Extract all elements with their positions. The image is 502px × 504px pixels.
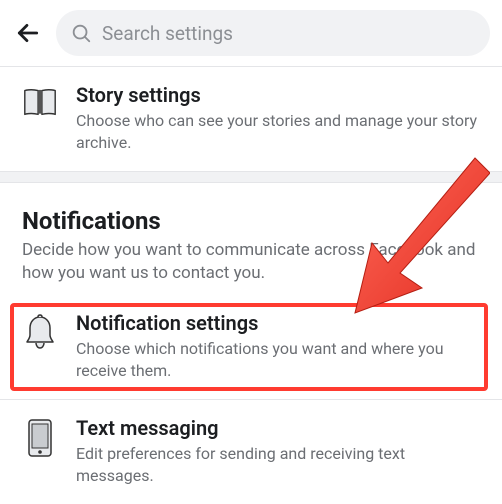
notif-desc: Choose which notifications you want and … xyxy=(76,338,478,381)
arrow-left-icon xyxy=(15,20,41,46)
textmsg-title: Text messaging xyxy=(76,416,478,441)
textmsg-text: Text messaging Edit preferences for send… xyxy=(76,416,478,486)
bell-icon xyxy=(23,313,57,351)
textmsg-desc: Edit preferences for sending and receivi… xyxy=(76,443,478,486)
header-bar: Search settings xyxy=(0,0,502,66)
section-title: Notifications xyxy=(22,207,478,235)
story-icon-wrap xyxy=(20,83,60,119)
settings-row-story[interactable]: Story settings Choose who can see your s… xyxy=(0,67,502,171)
story-text: Story settings Choose who can see your s… xyxy=(76,83,478,153)
section-gap xyxy=(0,171,502,183)
bell-icon-wrap xyxy=(20,311,60,351)
phone-icon xyxy=(27,418,53,458)
phone-icon-wrap xyxy=(20,416,60,458)
section-head-notifications: Notifications Decide how you want to com… xyxy=(0,183,502,293)
book-icon xyxy=(21,85,59,119)
settings-row-text-messaging[interactable]: Text messaging Edit preferences for send… xyxy=(0,400,502,504)
story-desc: Choose who can see your stories and mana… xyxy=(76,110,478,153)
story-title: Story settings xyxy=(76,83,478,108)
back-button[interactable] xyxy=(14,19,42,47)
section-subtitle: Decide how you want to communicate acros… xyxy=(22,239,478,285)
search-icon xyxy=(70,22,92,44)
notif-title: Notification settings xyxy=(76,311,478,336)
notif-text: Notification settings Choose which notif… xyxy=(76,311,478,381)
search-input[interactable]: Search settings xyxy=(56,10,490,56)
settings-row-notification[interactable]: Notification settings Choose which notif… xyxy=(0,293,502,399)
search-placeholder: Search settings xyxy=(102,22,233,45)
